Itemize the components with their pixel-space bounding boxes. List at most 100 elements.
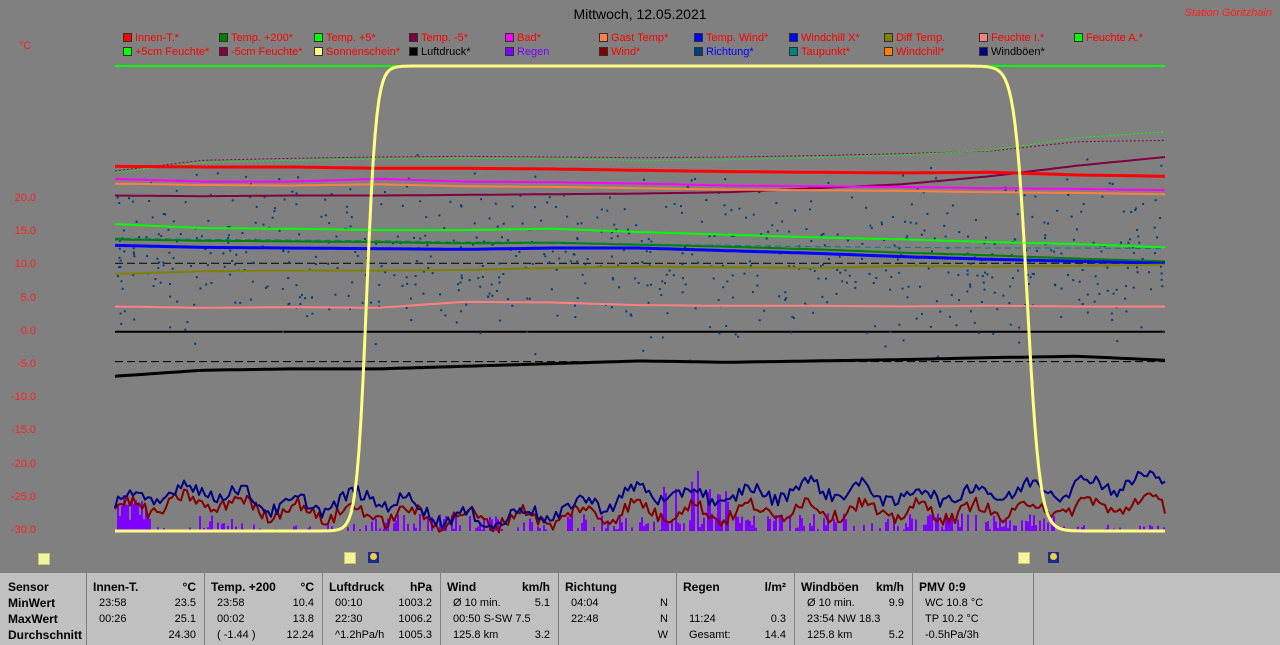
direction-point bbox=[935, 300, 938, 303]
direction-point bbox=[664, 282, 667, 285]
direction-point bbox=[1044, 234, 1047, 237]
direction-point bbox=[752, 213, 755, 216]
rain-bar bbox=[929, 514, 931, 531]
direction-point bbox=[1136, 271, 1139, 274]
direction-point bbox=[629, 313, 632, 316]
direction-point bbox=[763, 309, 766, 312]
rain-bar bbox=[149, 518, 151, 531]
rain-bar bbox=[797, 527, 799, 531]
direction-point bbox=[909, 221, 912, 224]
direction-point bbox=[314, 255, 317, 258]
direction-point bbox=[195, 173, 198, 176]
direction-point bbox=[378, 283, 381, 286]
rain-bar bbox=[1025, 520, 1027, 531]
direction-point bbox=[251, 280, 254, 283]
direction-point bbox=[123, 250, 126, 253]
direction-point bbox=[1060, 252, 1063, 255]
direction-point bbox=[665, 273, 668, 276]
direction-point bbox=[926, 212, 929, 215]
rain-bar bbox=[1027, 521, 1029, 531]
rain-bar bbox=[679, 523, 681, 531]
direction-point bbox=[193, 303, 196, 306]
rain-bar bbox=[1013, 525, 1015, 531]
direction-point bbox=[1116, 340, 1119, 343]
cell-value: 3.2 bbox=[534, 629, 550, 641]
cell-value: 12.24 bbox=[286, 629, 314, 641]
rain-bar bbox=[365, 525, 367, 531]
rain-bar bbox=[925, 524, 927, 531]
rain-bar bbox=[469, 516, 471, 531]
direction-point bbox=[1162, 331, 1165, 334]
direction-point bbox=[287, 276, 290, 279]
rain-bar bbox=[927, 515, 929, 531]
direction-point bbox=[1056, 209, 1059, 212]
direction-point bbox=[498, 319, 501, 322]
direction-point bbox=[694, 307, 697, 310]
direction-point bbox=[890, 275, 893, 278]
direction-point bbox=[384, 191, 387, 194]
direction-point bbox=[1013, 238, 1016, 241]
direction-point bbox=[672, 274, 675, 277]
rain-bar bbox=[231, 519, 233, 531]
direction-point bbox=[491, 294, 494, 297]
direction-point bbox=[712, 277, 715, 280]
direction-point bbox=[132, 253, 135, 256]
direction-point bbox=[298, 296, 301, 299]
direction-point bbox=[299, 302, 302, 305]
rain-bar bbox=[717, 493, 719, 531]
direction-point bbox=[775, 202, 778, 205]
rain-bar bbox=[703, 517, 705, 531]
rain-bar bbox=[647, 523, 649, 531]
direction-point bbox=[401, 204, 404, 207]
direction-point bbox=[1043, 221, 1046, 224]
rain-bar bbox=[1033, 515, 1035, 531]
rain-bar bbox=[577, 528, 579, 531]
direction-point bbox=[946, 212, 949, 215]
direction-point bbox=[480, 198, 483, 201]
direction-point bbox=[713, 235, 716, 238]
direction-point bbox=[827, 258, 830, 261]
direction-point bbox=[930, 167, 933, 170]
row-label: Sensor bbox=[8, 580, 49, 594]
direction-point bbox=[1134, 207, 1137, 210]
direction-point bbox=[223, 265, 226, 268]
direction-point bbox=[927, 267, 930, 270]
direction-point bbox=[680, 205, 683, 208]
direction-point bbox=[157, 267, 160, 270]
rain-bar bbox=[897, 526, 899, 531]
direction-point bbox=[349, 188, 352, 191]
rain-bar bbox=[133, 503, 135, 531]
column-header: Innen-T. bbox=[93, 580, 139, 594]
rain-bar bbox=[625, 518, 627, 531]
rain-bar bbox=[127, 504, 129, 531]
rain-bar bbox=[371, 521, 373, 531]
rain-bar bbox=[119, 515, 121, 531]
direction-point bbox=[854, 281, 857, 284]
rain-bar bbox=[393, 523, 395, 531]
rain-bar bbox=[477, 526, 479, 531]
direction-point bbox=[625, 310, 628, 313]
rain-bar bbox=[813, 514, 815, 531]
direction-point bbox=[826, 301, 829, 304]
direction-point bbox=[229, 249, 232, 252]
rain-bar bbox=[537, 526, 539, 531]
direction-point bbox=[515, 254, 518, 257]
direction-point bbox=[993, 243, 996, 246]
direction-point bbox=[966, 290, 969, 293]
rain-bar bbox=[689, 520, 691, 531]
cell-value: N bbox=[660, 597, 668, 609]
direction-point bbox=[410, 319, 413, 322]
rain-bar bbox=[799, 514, 801, 531]
direction-point bbox=[416, 154, 419, 157]
direction-point bbox=[626, 228, 629, 231]
direction-point bbox=[419, 237, 422, 240]
direction-point bbox=[1047, 222, 1050, 225]
direction-point bbox=[380, 203, 383, 206]
direction-point bbox=[749, 264, 752, 267]
rain-bar bbox=[1029, 514, 1031, 531]
direction-point bbox=[660, 294, 663, 297]
direction-point bbox=[884, 269, 887, 272]
direction-point bbox=[902, 339, 905, 342]
rain-bar bbox=[985, 522, 987, 531]
direction-point bbox=[122, 229, 125, 232]
